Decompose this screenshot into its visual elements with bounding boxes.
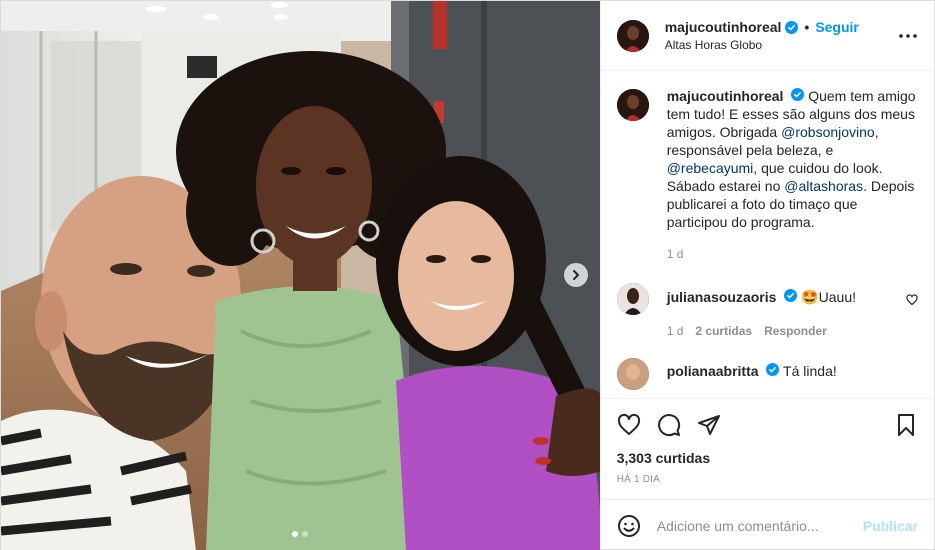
verified-badge-icon [791, 88, 805, 101]
publish-button[interactable]: Publicar [863, 518, 918, 534]
post-sidebar: majucoutinhoreal • Seguir Altas Horas Gl… [599, 1, 934, 550]
comment-item: julianasouzaoris 🤩Uauu! 1 d 2 curtidas R… [616, 281, 918, 338]
like-button[interactable] [617, 413, 641, 437]
next-slide-button[interactable] [563, 263, 588, 287]
commenter-username[interactable]: polianaabritta [667, 363, 759, 379]
comment-text: 🤩Uauu! [801, 289, 856, 305]
header-separator: • [804, 19, 810, 35]
comment-composer: Publicar [600, 499, 934, 550]
post-location[interactable]: Altas Horas Globo [665, 38, 896, 52]
commenter-avatar[interactable] [616, 358, 649, 390]
post-photo [1, 1, 600, 550]
commenter-username[interactable]: julianasouzaoris [667, 289, 777, 305]
post-dialog: majucoutinhoreal • Seguir Altas Horas Gl… [0, 0, 935, 550]
share-button[interactable] [697, 413, 721, 437]
comment-button[interactable] [657, 413, 681, 437]
post-timestamp[interactable]: HÁ 1 DIA [601, 466, 934, 485]
follow-button[interactable]: Seguir [815, 19, 859, 35]
caption-age[interactable]: 1 d [667, 247, 684, 261]
comments-list[interactable]: majucoutinhoreal Quem tem amigo tem tudo… [601, 71, 934, 398]
share-icon [697, 414, 720, 435]
chevron-right-icon [572, 270, 579, 280]
post-header: majucoutinhoreal • Seguir Altas Horas Gl… [600, 1, 934, 71]
mention-link[interactable]: @rebecayumi [667, 160, 754, 176]
more-options-button[interactable] [896, 24, 920, 48]
post-media[interactable] [1, 1, 600, 550]
author-username[interactable]: majucoutinhoreal [665, 19, 782, 35]
likes-count[interactable]: 3,303 curtidas [601, 450, 934, 466]
emoji-icon [617, 514, 640, 537]
comment-age[interactable]: 1 d [667, 324, 684, 338]
emoji-button[interactable] [617, 514, 641, 538]
comment-icon [657, 413, 680, 436]
carousel-dot [302, 531, 309, 537]
carousel-indicator [1, 531, 600, 537]
more-options-icon [899, 33, 917, 38]
caption-username[interactable]: majucoutinhoreal [667, 88, 784, 104]
post-caption: majucoutinhoreal Quem tem amigo tem tudo… [616, 87, 918, 261]
heart-icon [906, 294, 918, 306]
comment-like-button[interactable] [906, 293, 918, 338]
action-bar [600, 398, 934, 450]
comment-text: Tá linda! [783, 363, 837, 379]
carousel-dot-active [292, 531, 299, 537]
mention-link[interactable]: @altashoras [784, 178, 863, 194]
verified-badge-icon [785, 20, 799, 34]
reply-button[interactable]: Responder [764, 324, 827, 338]
author-avatar[interactable] [616, 19, 649, 52]
save-icon [898, 413, 914, 436]
verified-badge-icon [766, 363, 780, 376]
caption-text: majucoutinhoreal Quem tem amigo tem tudo… [667, 87, 918, 231]
comment-likes[interactable]: 2 curtidas [695, 324, 752, 338]
verified-badge-icon [784, 289, 798, 302]
save-button[interactable] [894, 413, 918, 437]
commenter-avatar[interactable] [616, 283, 649, 315]
heart-icon [617, 413, 640, 435]
comment-item: polianaabritta Tá linda! [616, 356, 918, 390]
mention-link[interactable]: @robsonjovino [781, 124, 875, 140]
caption-avatar[interactable] [616, 89, 649, 121]
comment-input[interactable] [656, 517, 863, 534]
